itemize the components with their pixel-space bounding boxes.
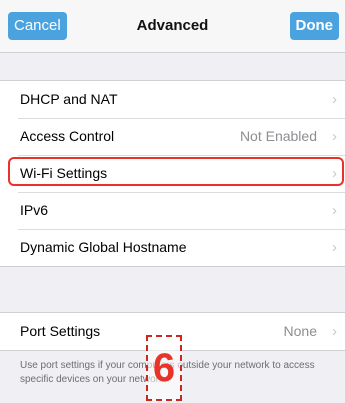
row-access-control[interactable]: Access Control Not Enabled › — [0, 118, 345, 155]
chevron-right-icon: › — [332, 128, 337, 145]
chevron-right-icon: › — [332, 91, 337, 108]
row-dhcp-and-nat[interactable]: DHCP and NAT › — [0, 81, 345, 118]
row-value: Not Enabled — [239, 128, 317, 144]
done-button[interactable]: Done — [289, 12, 339, 40]
advanced-settings-group: DHCP and NAT › Access Control Not Enable… — [0, 80, 345, 267]
chevron-right-icon: › — [332, 239, 337, 256]
row-label: DHCP and NAT — [20, 91, 118, 107]
row-label: Dynamic Global Hostname — [20, 239, 187, 255]
row-label: Wi-Fi Settings — [20, 165, 108, 181]
row-ipv6[interactable]: IPv6 › — [0, 192, 345, 229]
chevron-right-icon: › — [332, 202, 337, 219]
row-label: IPv6 — [20, 202, 49, 218]
chevron-right-icon: › — [332, 165, 337, 182]
chevron-right-icon: › — [332, 323, 337, 340]
navigation-bar: Cancel Advanced Done — [0, 0, 345, 53]
row-value: None — [283, 323, 317, 339]
step-number-badge: 6 — [146, 335, 182, 401]
row-label: Access Control — [20, 128, 115, 144]
row-wifi-settings[interactable]: Wi-Fi Settings › — [0, 155, 345, 192]
row-label: Port Settings — [20, 323, 101, 339]
row-dynamic-global-hostname[interactable]: Dynamic Global Hostname › — [0, 229, 345, 266]
